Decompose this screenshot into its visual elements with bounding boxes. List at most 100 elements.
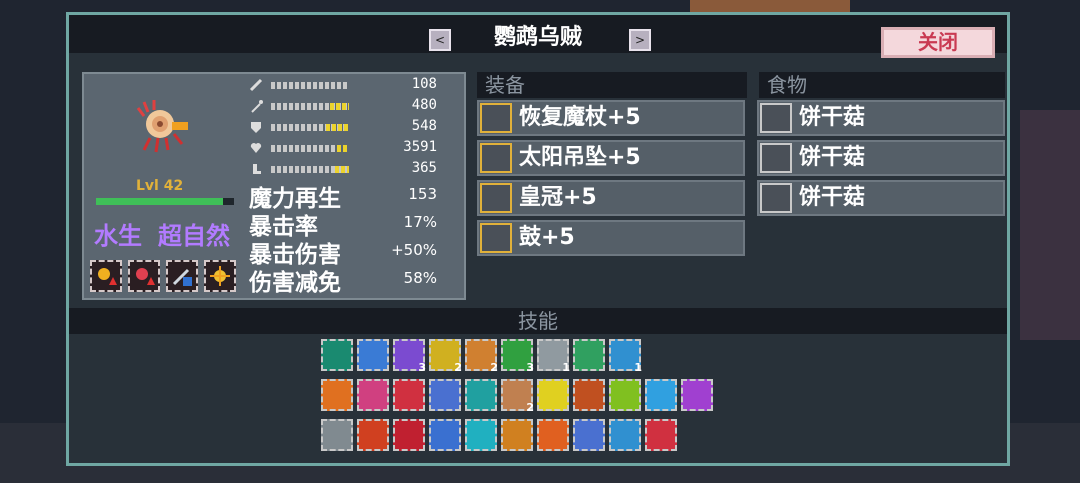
- skill-slot[interactable]: [537, 379, 569, 411]
- stat-bar-row: 3591: [249, 139, 449, 157]
- nautilus-squid-sprite: [136, 100, 188, 153]
- shield-icon: [251, 122, 261, 133]
- skill-slot[interactable]: [393, 419, 425, 451]
- drop-up-icon: [136, 268, 155, 285]
- sparkle-icon: [210, 266, 230, 286]
- mushroom-icon: [760, 143, 792, 173]
- buff-slot[interactable]: [90, 260, 122, 292]
- skill-slot[interactable]: 1: [609, 339, 642, 374]
- skill-slot[interactable]: [681, 379, 713, 411]
- equipment-label: 皇冠+5: [519, 185, 597, 210]
- stat-value: 480: [411, 97, 437, 113]
- skill-stack-count: 2: [454, 361, 462, 374]
- stat-bar-fill: [325, 124, 349, 131]
- prev-creature-button[interactable]: <: [429, 29, 451, 51]
- trait-aquatic: 水生: [94, 222, 142, 250]
- buff-slot[interactable]: [128, 260, 160, 292]
- food-item[interactable]: 饼干菇: [757, 140, 1005, 176]
- skills-header: 技能: [69, 308, 1007, 334]
- skill-stack-count: 3: [526, 361, 534, 374]
- skill-slot[interactable]: 3: [393, 339, 426, 374]
- equipment-header: 装备: [477, 72, 747, 98]
- skill-slot[interactable]: [573, 339, 605, 371]
- next-creature-button[interactable]: >: [629, 29, 651, 51]
- skill-slot[interactable]: [429, 419, 461, 451]
- skill-slot[interactable]: 2: [429, 339, 462, 374]
- stat-row: 伤害减免 58%: [249, 263, 449, 296]
- skill-slot[interactable]: [321, 419, 353, 451]
- staff-icon: [251, 100, 263, 113]
- heart-icon: [250, 143, 262, 153]
- buff-slot[interactable]: [204, 260, 236, 292]
- stat-bar-row: 548: [249, 118, 449, 136]
- skill-slot[interactable]: [393, 379, 425, 411]
- stat-bar-row: 480: [249, 97, 449, 115]
- stat-bar-fill: [334, 166, 349, 173]
- skill-stack-count: 1: [634, 361, 642, 374]
- level-label: Lvl 42: [136, 178, 184, 194]
- equipment-item[interactable]: 恢复魔杖+5: [477, 100, 745, 136]
- hp-bar-fill: [96, 198, 223, 205]
- skill-slot[interactable]: [609, 419, 641, 451]
- boot-icon: [253, 164, 261, 174]
- creature-detail-panel: < 鹦鹉乌贼 > 关闭 Lvl 42 水生 超自然 108 480 548 35…: [66, 12, 1010, 466]
- skill-slot[interactable]: [537, 419, 569, 451]
- skill-slot[interactable]: [357, 379, 389, 411]
- stat-row: 暴击伤害 +50%: [249, 235, 449, 268]
- stat-bar-row: 365: [249, 160, 449, 178]
- skill-stack-count: 2: [490, 361, 498, 374]
- stat-value: 17%: [403, 213, 437, 231]
- stat-bar-fill: [337, 145, 349, 152]
- food-item[interactable]: 饼干菇: [757, 180, 1005, 216]
- skill-slot[interactable]: [573, 419, 605, 451]
- close-button[interactable]: 关闭: [881, 27, 995, 58]
- background-roof: [690, 0, 850, 12]
- sword-icon: [249, 78, 263, 92]
- equipment-item[interactable]: 太阳吊坠+5: [477, 140, 745, 176]
- skills-row-3: [321, 419, 677, 451]
- stat-bar: [271, 124, 349, 131]
- skills-row-1: 3 2 2 3 1 1: [321, 339, 642, 374]
- skill-slot[interactable]: 2: [465, 339, 498, 374]
- skill-slot[interactable]: [357, 339, 389, 371]
- food-label: 饼干菇: [799, 105, 866, 130]
- skill-slot[interactable]: 2: [501, 379, 534, 414]
- skill-slot[interactable]: [645, 419, 677, 451]
- buff-slot[interactable]: [166, 260, 198, 292]
- arrow-right-icon: >: [634, 33, 646, 47]
- food-item[interactable]: 饼干菇: [757, 100, 1005, 136]
- mushroom-icon: [760, 183, 792, 213]
- equipment-label: 恢复魔杖+5: [519, 105, 641, 130]
- background-wall-right: [1020, 110, 1080, 340]
- skill-slot[interactable]: 1: [537, 339, 570, 374]
- pendant-icon: [480, 143, 512, 173]
- stat-row: 魔力再生 153: [249, 179, 449, 212]
- skill-slot[interactable]: [465, 379, 497, 411]
- equipment-item[interactable]: 皇冠+5: [477, 180, 745, 216]
- equipment-label: 鼓+5: [519, 225, 575, 250]
- skill-stack-count: 1: [562, 361, 570, 374]
- stat-bar: [271, 82, 349, 89]
- equipment-item[interactable]: 鼓+5: [477, 220, 745, 256]
- mushroom-icon: [760, 103, 792, 133]
- stat-bar-row: 108: [249, 76, 449, 94]
- skill-stack-count: 3: [418, 361, 426, 374]
- skill-slot[interactable]: [321, 379, 353, 411]
- skill-slot[interactable]: [501, 419, 533, 451]
- food-label: 饼干菇: [799, 145, 866, 170]
- stat-row: 暴击率 17%: [249, 207, 449, 240]
- stat-value: +50%: [391, 241, 437, 259]
- skill-slot[interactable]: [321, 339, 353, 371]
- stat-bar-fill: [329, 103, 349, 110]
- skill-slot[interactable]: [573, 379, 605, 411]
- skill-slot[interactable]: [609, 379, 641, 411]
- skill-slot[interactable]: [645, 379, 677, 411]
- skill-slot[interactable]: [429, 379, 461, 411]
- skill-slot[interactable]: [465, 419, 497, 451]
- skill-slot[interactable]: [357, 419, 389, 451]
- stat-label: 伤害减免: [249, 270, 341, 296]
- trait-supernatural: 超自然: [158, 222, 230, 250]
- drum-icon: [480, 223, 512, 253]
- skill-slot[interactable]: 3: [501, 339, 534, 374]
- equipment-label: 太阳吊坠+5: [519, 145, 641, 170]
